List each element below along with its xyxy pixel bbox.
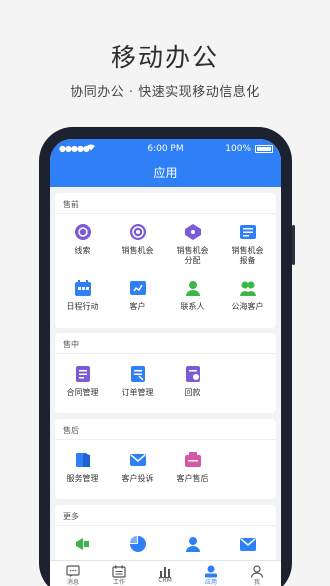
divider	[55, 525, 276, 526]
app-item-label: 回款	[184, 388, 201, 397]
app-item-label: 销售机会	[121, 246, 154, 255]
app-item-after-sales[interactable]: 客户售后	[165, 451, 220, 484]
crm-icon	[158, 563, 172, 578]
app-screen: ●●●●● 6:00 PM 100% 应用 售前 线索 销售机会 销售机会 分配…	[50, 139, 281, 586]
tab-bar: 消息 工作 CRM 应用 我	[50, 560, 281, 586]
divider	[55, 439, 276, 440]
section-in-sales: 售中 合同管理 订单管理 回款	[55, 333, 276, 413]
app-item-sales-opportunity[interactable]: 销售机会	[110, 223, 165, 256]
app-item-opportunity-report[interactable]: 销售机会 报备	[220, 223, 275, 266]
app-item-lead[interactable]: 线索	[55, 223, 110, 256]
megaphone-icon	[74, 535, 92, 553]
app-item-label: 日程行动	[66, 302, 99, 311]
contacts-icon	[184, 279, 202, 297]
nav-title: 应用	[153, 166, 178, 180]
app-item-order[interactable]: 订单管理	[110, 365, 165, 398]
app-item-contacts[interactable]: 联系人	[165, 279, 220, 312]
report-icon	[239, 223, 257, 241]
target-icon	[129, 223, 147, 241]
app-item-complaint[interactable]: 客户投诉	[110, 451, 165, 484]
tab-work[interactable]: 工作	[96, 563, 142, 586]
tab-label: 应用	[204, 579, 217, 586]
app-item-label: 销售机会 报备	[231, 246, 264, 265]
message-icon	[66, 563, 80, 577]
nav-bar: 应用	[50, 159, 281, 187]
section-presales: 售前 线索 销售机会 销售机会 分配 销售机会 报备 日程行动 客户 联系人 公…	[55, 193, 276, 328]
app-item-more-4[interactable]	[220, 535, 275, 553]
tag-icon	[184, 223, 202, 241]
calendar-icon	[74, 279, 92, 297]
section-title: 售后	[63, 426, 79, 435]
app-item-label: 客户售后	[176, 474, 209, 483]
app-item-more-3[interactable]	[165, 535, 220, 553]
app-item-service[interactable]: 服务管理	[55, 451, 110, 484]
tab-message[interactable]: 消息	[50, 563, 96, 586]
app-item-more-1[interactable]	[55, 535, 110, 553]
complaint-icon	[129, 451, 147, 469]
app-item-customer[interactable]: 客户	[110, 279, 165, 312]
section-title: 售中	[63, 340, 79, 349]
app-item-contract[interactable]: 合同管理	[55, 365, 110, 398]
app-item-public-customer[interactable]: 公海客户	[220, 279, 275, 312]
contract-icon	[74, 365, 92, 383]
tab-apps[interactable]: 应用	[188, 563, 234, 586]
app-item-opportunity-assign[interactable]: 销售机会 分配	[165, 223, 220, 266]
app-item-label: 公海客户	[231, 302, 264, 311]
battery-icon	[255, 145, 273, 153]
section-after-sales: 售后 服务管理 客户投诉 客户售后	[55, 419, 276, 499]
app-item-label: 客户	[129, 302, 146, 311]
public-customer-icon	[239, 279, 257, 297]
app-item-label: 服务管理	[66, 474, 99, 483]
battery-text: 100%	[225, 144, 251, 154]
inbox-icon	[239, 535, 257, 553]
pie-chart-icon	[129, 535, 147, 553]
divider	[55, 353, 276, 354]
tab-label: 我	[253, 579, 260, 586]
app-item-label: 销售机会 分配	[176, 246, 209, 265]
payment-icon	[184, 365, 202, 383]
order-icon	[129, 365, 147, 383]
app-item-label: 订单管理	[121, 388, 154, 397]
app-item-payment[interactable]: 回款	[165, 365, 220, 398]
hero-title: 移动办公	[110, 43, 219, 72]
section-title: 更多	[63, 512, 79, 521]
after-sales-icon	[184, 451, 202, 469]
phone-side-button	[292, 225, 295, 265]
service-icon	[74, 451, 92, 469]
customer-icon	[129, 279, 147, 297]
lead-icon	[74, 223, 92, 241]
app-item-label: 客户投诉	[121, 474, 154, 483]
user-icon	[184, 535, 202, 553]
hero-subtitle: 协同办公 · 快速实现移动信息化	[70, 85, 260, 100]
divider	[55, 213, 276, 214]
tab-label: 消息	[66, 579, 79, 586]
section-title: 售前	[63, 200, 79, 209]
section-more: 更多	[55, 505, 276, 565]
profile-icon	[250, 563, 264, 578]
app-item-schedule[interactable]: 日程行动	[55, 279, 110, 312]
tab-profile[interactable]: 我	[234, 563, 280, 586]
app-item-more-2[interactable]	[110, 535, 165, 553]
app-item-label: 线索	[74, 246, 91, 255]
apps-icon	[204, 563, 218, 578]
work-icon	[112, 563, 126, 578]
tab-label: CRM	[158, 577, 172, 584]
app-item-label: 合同管理	[66, 388, 99, 397]
tab-label: 工作	[112, 579, 125, 586]
status-bar: ●●●●● 6:00 PM 100%	[50, 139, 281, 159]
tab-crm[interactable]: CRM	[142, 563, 188, 584]
app-item-label: 联系人	[180, 302, 205, 311]
